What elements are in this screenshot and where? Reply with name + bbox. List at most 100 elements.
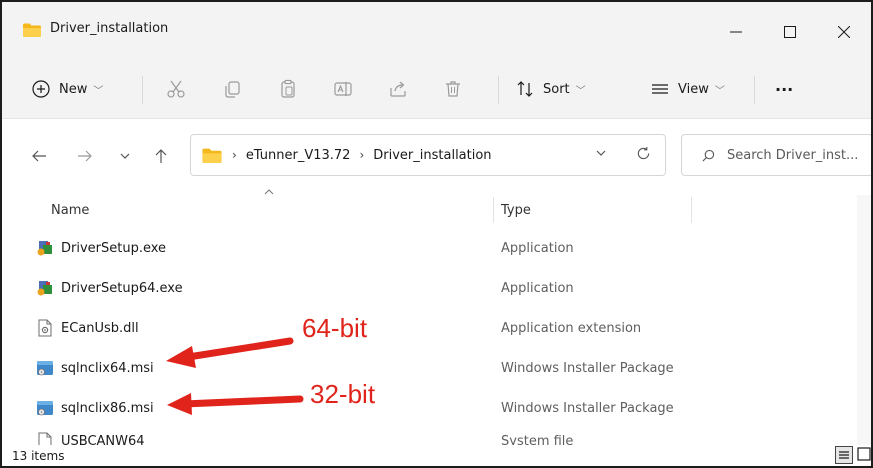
view-button[interactable]: View ﹀ <box>651 74 725 104</box>
view-label: View <box>678 81 709 97</box>
vertical-scrollbar[interactable] <box>857 195 871 445</box>
column-header-type[interactable]: Type <box>501 195 531 225</box>
arrow-up-icon <box>155 149 167 163</box>
rename-button[interactable] <box>332 78 354 100</box>
view-lines-icon <box>652 84 668 94</box>
clipboard-icon <box>281 79 295 98</box>
system-file-icon <box>38 432 52 445</box>
arrow-right-icon <box>78 150 92 162</box>
column-header-name[interactable]: Name <box>51 195 89 225</box>
toolbar-divider <box>142 76 143 104</box>
file-type: Application <box>501 240 574 256</box>
file-type: System file <box>501 433 574 446</box>
window-title: Driver_installation <box>50 21 169 36</box>
chevron-down-icon <box>596 150 606 156</box>
list-item[interactable]: DriverSetup64.exe Application <box>2 268 857 308</box>
search-icon <box>702 149 715 161</box>
list-item[interactable]: sqlnclix64.msi Windows Installer Package <box>2 348 857 388</box>
details-view-icon <box>839 451 849 459</box>
minimize-icon <box>730 31 742 33</box>
sort-icon <box>517 81 533 97</box>
search-box[interactable]: Search Driver_inst... <box>681 134 871 176</box>
list-item[interactable]: USBCANW64 System file <box>2 428 857 445</box>
folder-icon <box>23 23 41 37</box>
breadcrumb-etunner[interactable]: eTunner_V13.72 <box>246 148 351 163</box>
chevron-down-icon <box>120 153 130 159</box>
sort-button[interactable]: Sort ﹀ <box>516 74 586 104</box>
file-type: Application extension <box>501 320 642 336</box>
column-divider[interactable] <box>691 197 692 223</box>
new-label: New <box>59 81 88 97</box>
close-button[interactable] <box>822 12 866 52</box>
column-type-label: Type <box>501 202 531 218</box>
share-button[interactable] <box>387 78 409 100</box>
file-list: Name Type DriverSetup.exe Application Dr… <box>2 189 871 445</box>
search-placeholder: Search Driver_inst... <box>727 147 859 163</box>
tiles-view-icon <box>857 447 871 461</box>
explorer-window: Driver_installation New ﹀ Sort ﹀ View ﹀ … <box>0 0 873 468</box>
status-bar: 13 items <box>2 445 871 466</box>
maximize-button[interactable] <box>768 12 812 52</box>
list-item[interactable]: DriverSetup.exe Application <box>2 228 857 268</box>
paste-button[interactable] <box>277 78 299 100</box>
plus-circle-icon <box>32 80 50 98</box>
msi-installer-icon <box>37 401 53 416</box>
file-type: Windows Installer Package <box>501 360 674 376</box>
navigation-bar: › eTunner_V13.72 › Driver_installation S… <box>2 119 871 195</box>
more-options-button[interactable]: ··· <box>775 74 793 104</box>
rename-icon <box>334 82 352 96</box>
list-item[interactable]: sqlnclix86.msi Windows Installer Package <box>2 388 857 428</box>
folder-icon <box>202 148 222 163</box>
refresh-icon <box>637 146 650 160</box>
command-bar: New ﹀ Sort ﹀ View ﹀ ··· <box>2 60 871 119</box>
chevron-down-icon: ﹀ <box>575 85 586 97</box>
new-button[interactable]: New ﹀ <box>32 74 103 104</box>
exe-setup-icon <box>37 241 52 256</box>
file-type: Application <box>501 280 574 296</box>
list-item[interactable]: ECanUsb.dll Application extension <box>2 308 857 348</box>
file-name: sqlnclix86.msi <box>61 400 154 416</box>
tiles-view-button[interactable] <box>856 446 871 462</box>
file-name: USBCANW64 <box>61 433 145 446</box>
sort-label: Sort <box>543 81 570 97</box>
file-name: ECanUsb.dll <box>61 320 139 336</box>
column-name-label: Name <box>51 202 90 218</box>
refresh-button[interactable] <box>636 146 651 165</box>
address-bar[interactable]: › eTunner_V13.72 › Driver_installation <box>190 134 666 176</box>
dll-file-icon <box>38 319 52 337</box>
copy-icon <box>225 81 240 98</box>
file-name: sqlnclix64.msi <box>61 360 154 376</box>
file-name: DriverSetup.exe <box>61 240 167 256</box>
chevron-down-icon: ﹀ <box>714 85 725 97</box>
cut-button[interactable] <box>165 78 187 100</box>
file-name: DriverSetup64.exe <box>61 280 183 296</box>
recent-locations-button[interactable] <box>114 145 136 167</box>
file-type: Windows Installer Package <box>501 400 674 416</box>
back-button[interactable] <box>28 145 50 167</box>
up-button[interactable] <box>150 145 172 167</box>
close-icon <box>838 26 850 38</box>
chevron-down-icon: ﹀ <box>93 85 104 97</box>
item-count: 13 items <box>12 449 65 463</box>
breadcrumb-separator-icon: › <box>359 148 365 162</box>
title-bar: Driver_installation <box>2 2 871 60</box>
address-history-button[interactable] <box>595 147 607 163</box>
forward-button[interactable] <box>74 145 96 167</box>
maximize-icon <box>784 26 796 38</box>
arrow-left-icon <box>32 150 46 162</box>
toolbar-divider <box>498 76 499 104</box>
breadcrumb-driver-installation[interactable]: Driver_installation <box>373 148 491 163</box>
delete-button[interactable] <box>442 78 464 100</box>
share-icon <box>390 81 406 97</box>
toolbar-divider <box>754 76 755 104</box>
minimize-button[interactable] <box>714 12 758 52</box>
trash-icon <box>446 81 460 97</box>
more-options-label: ··· <box>775 79 794 99</box>
details-view-button[interactable] <box>835 446 853 464</box>
column-divider[interactable] <box>493 197 494 223</box>
sort-ascending-icon <box>264 189 274 195</box>
breadcrumb-separator-icon: › <box>232 148 237 162</box>
msi-installer-icon <box>37 361 53 376</box>
exe-setup-icon <box>37 281 52 296</box>
copy-button[interactable] <box>221 78 243 100</box>
